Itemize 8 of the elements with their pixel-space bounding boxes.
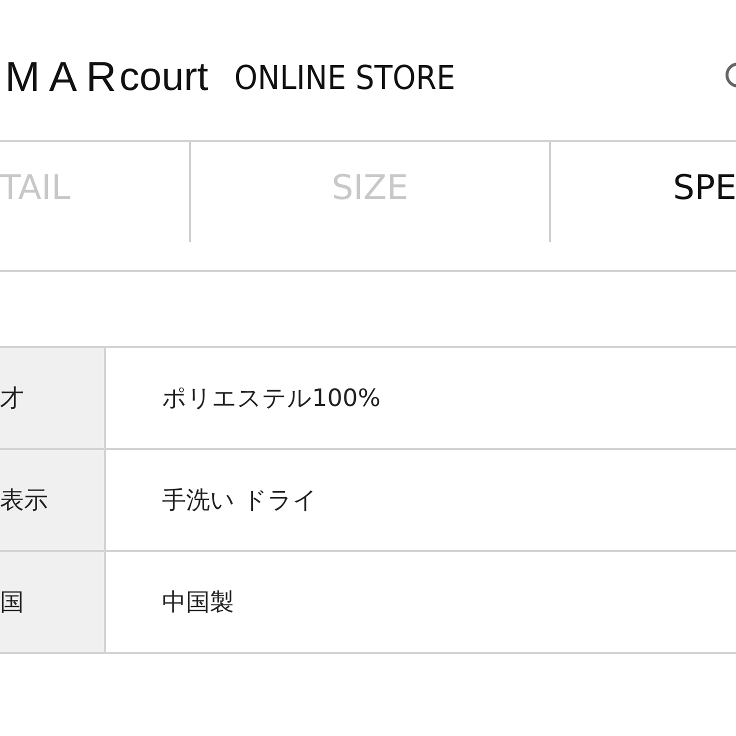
row-label: 才: [0, 348, 106, 448]
row-label: 表示: [0, 450, 106, 550]
row-value: 中国製: [161, 587, 235, 618]
store-name: ONLINE STORE: [234, 58, 456, 96]
row-value: 手洗い ドライ: [161, 485, 319, 516]
row-value: ポリエステル100%: [161, 383, 382, 414]
tab[interactable]: SPE: [549, 142, 736, 242]
row-label: 国: [0, 552, 106, 652]
